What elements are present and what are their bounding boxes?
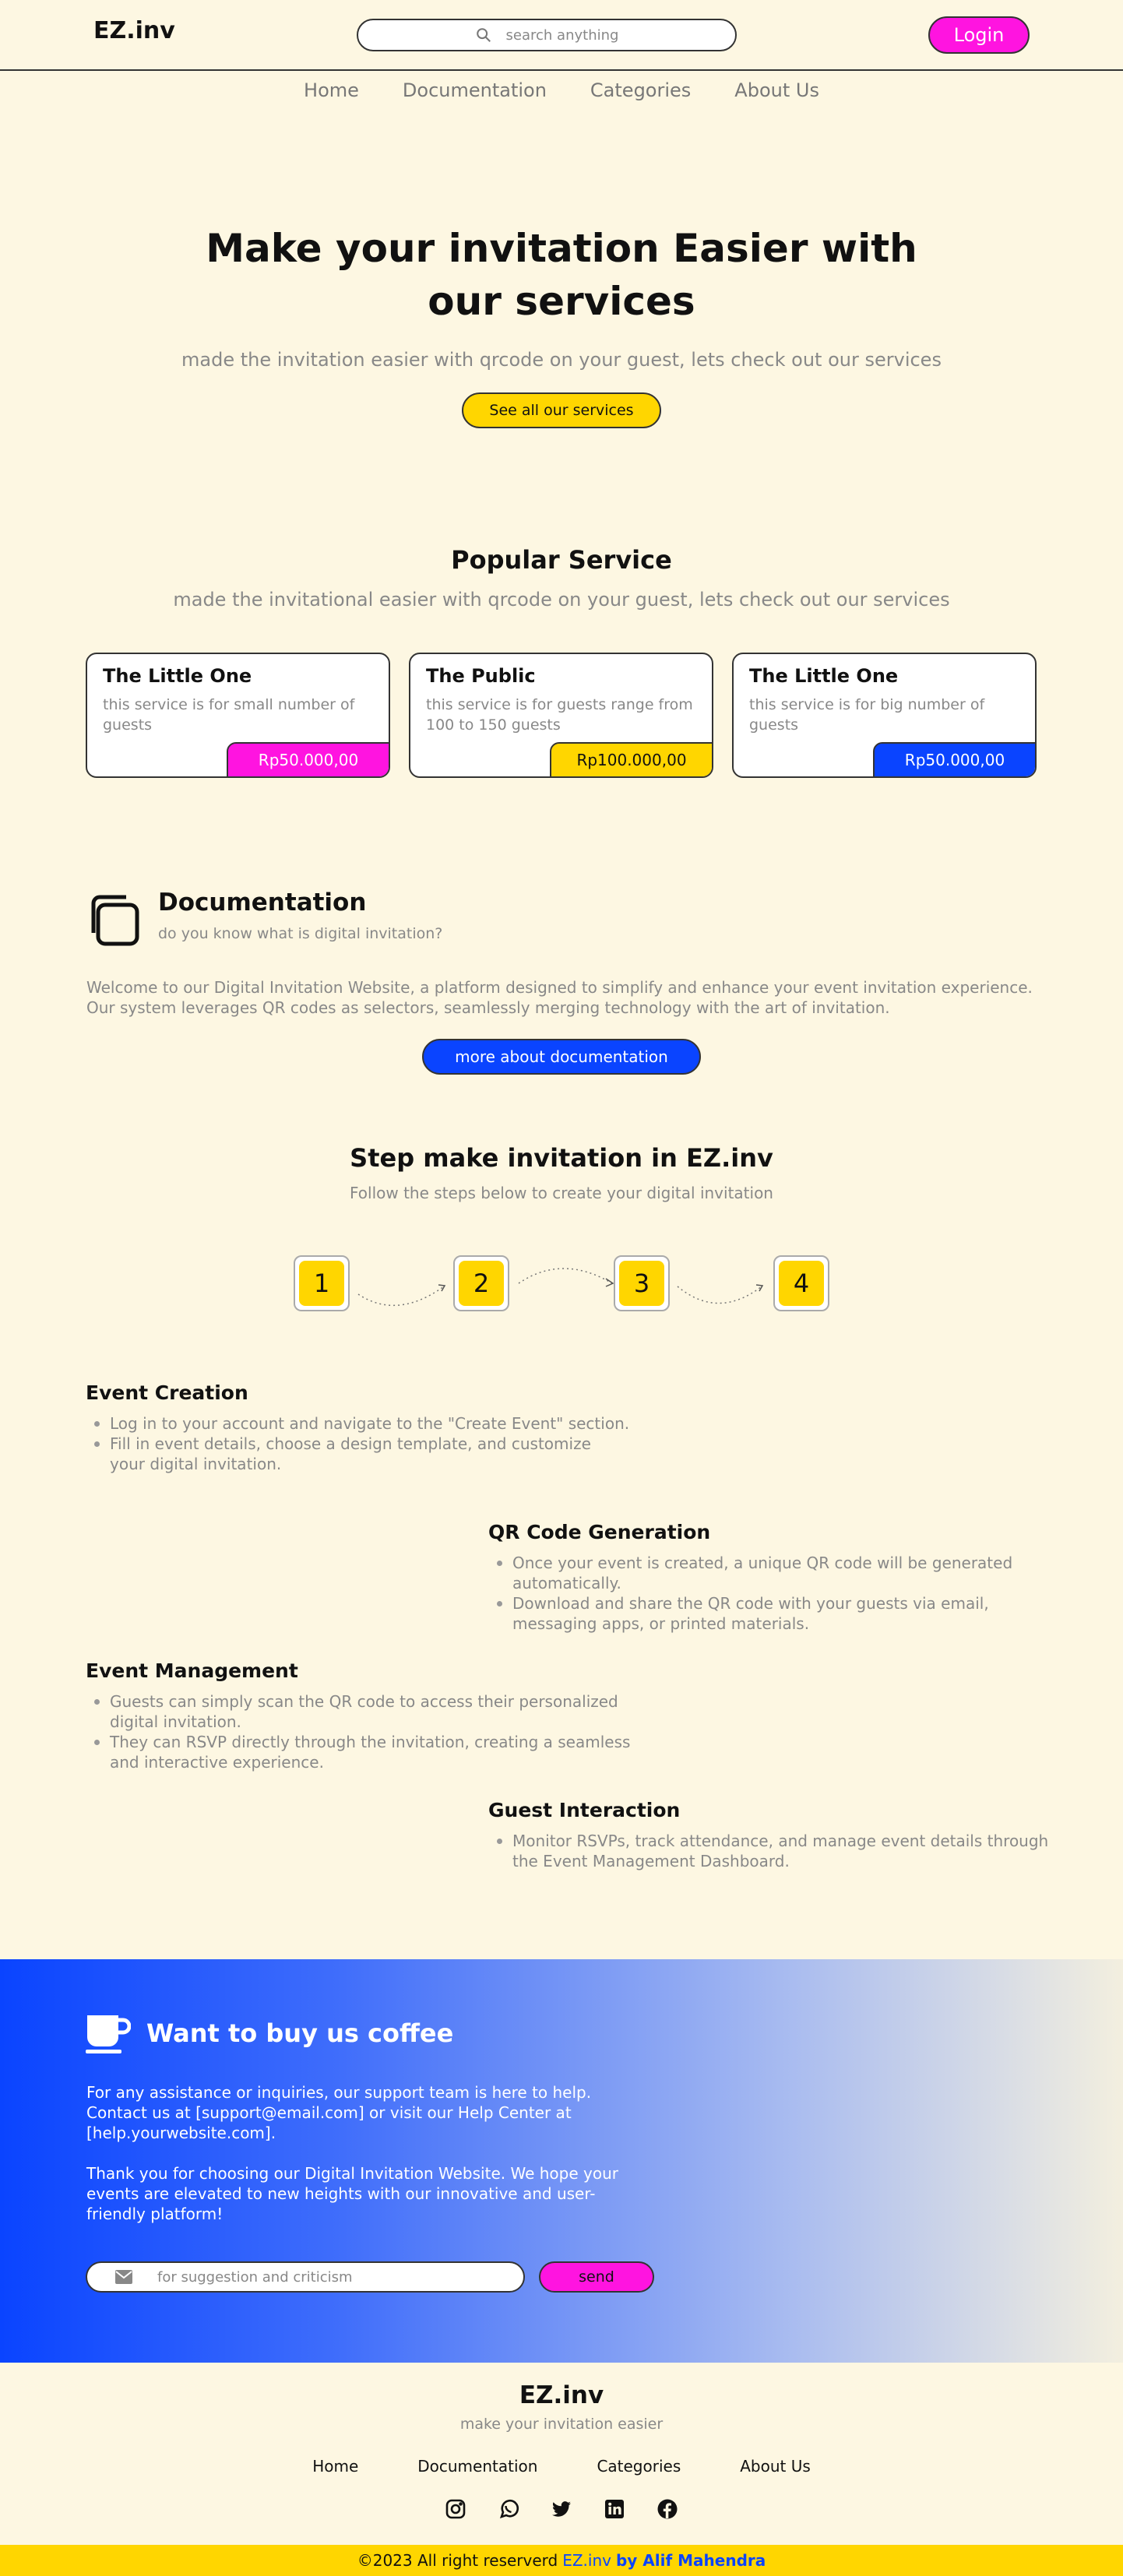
popular-title: Popular Service — [451, 545, 672, 575]
copyright-author[interactable]: by Alif Mahendra — [616, 2551, 766, 2570]
suggestion-input[interactable]: for suggestion and criticism — [86, 2261, 525, 2293]
footer-logo[interactable]: EZ.inv — [0, 2381, 1123, 2409]
step-number: 4 — [773, 1255, 829, 1311]
footer-nav-categories[interactable]: Categories — [597, 2457, 681, 2476]
step-item: They can RSVP directly through the invit… — [86, 1732, 631, 1772]
login-button[interactable]: Login — [928, 16, 1030, 54]
step-event-management: Event Management Guests can simply scan … — [86, 1659, 631, 1772]
page: EZ.inv search anything Login Home Docume… — [0, 0, 1123, 2576]
step-qr-code-generation: QR Code Generation Once your event is cr… — [488, 1521, 1041, 1634]
step-title: Event Creation — [86, 1381, 248, 1404]
send-button[interactable]: send — [539, 2261, 654, 2293]
step-title: Event Management — [86, 1659, 298, 1682]
step-arrow — [518, 1268, 613, 1284]
step-event-creation: Event Creation Log in to your account an… — [86, 1381, 631, 1474]
step-item: Monitor RSVPs, track attendance, and man… — [488, 1831, 1049, 1871]
step-list: Monitor RSVPs, track attendance, and man… — [488, 1831, 1049, 1871]
nav-categories[interactable]: Categories — [589, 79, 692, 111]
hero-title-line2: our services — [428, 279, 695, 324]
service-card-title: The Little One — [749, 665, 899, 687]
mail-icon — [115, 2270, 132, 2284]
twitter-icon[interactable] — [551, 2498, 572, 2520]
copyright-brand[interactable]: EZ.inv — [562, 2551, 611, 2570]
search-icon — [476, 28, 491, 42]
step-item: Fill in event details, choose a design t… — [86, 1434, 631, 1474]
whatsapp-icon[interactable] — [498, 2498, 519, 2520]
service-card-desc: this service is for big number of guests — [749, 696, 985, 734]
step-number-label: 1 — [299, 1261, 344, 1306]
step-arrow — [677, 1286, 762, 1304]
service-card-price[interactable]: Rp50.000,00 — [227, 742, 389, 776]
service-card-price[interactable]: Rp50.000,00 — [873, 742, 1035, 776]
copyright-bar: ©2023 All right reserverd EZ.inv by Alif… — [0, 2545, 1123, 2576]
step-item: Guests can simply scan the QR code to ac… — [86, 1691, 631, 1732]
step-item: Once your event is created, a unique QR … — [488, 1553, 1041, 1593]
service-card[interactable]: The Public this service is for guests ra… — [409, 653, 713, 778]
popular-subtitle: made the invitational easier with qrcode… — [173, 589, 950, 611]
nav-documentation[interactable]: Documentation — [401, 79, 548, 111]
copyright-text: ©2023 All right reserverd — [357, 2551, 558, 2570]
suggestion-placeholder: for suggestion and criticism — [157, 2268, 353, 2286]
footer-tagline: make your invitation easier — [459, 2416, 664, 2433]
steps-title: Step make invitation in EZ.inv — [350, 1143, 773, 1173]
step-arrows — [357, 1268, 764, 1307]
copy-icon — [91, 895, 139, 946]
step-title: QR Code Generation — [488, 1521, 711, 1543]
header: EZ.inv search anything Login — [0, 0, 1123, 71]
site-logo[interactable]: EZ.inv — [93, 17, 175, 44]
linkedin-icon[interactable] — [604, 2498, 625, 2520]
service-card-price[interactable]: Rp100.000,00 — [550, 742, 712, 776]
step-guest-interaction: Guest Interaction Monitor RSVPs, track a… — [488, 1799, 1049, 1871]
step-number-label: 2 — [459, 1261, 504, 1306]
coffee-section: Want to buy us coffee For any assistance… — [0, 1959, 1123, 2363]
step-number-label: 4 — [779, 1261, 824, 1306]
more-documentation-button[interactable]: more about documentation — [422, 1039, 701, 1075]
service-card-desc: this service is for small number of gues… — [103, 696, 355, 734]
service-card-title: The Little One — [103, 665, 252, 687]
search-input[interactable]: search anything — [357, 19, 737, 51]
service-card-desc: this service is for guests range from 10… — [426, 696, 693, 734]
coffee-cup-icon — [86, 2015, 131, 2053]
service-card-title: The Public — [426, 665, 536, 687]
step-item: Log in to your account and navigate to t… — [86, 1413, 631, 1434]
facebook-icon[interactable] — [657, 2498, 678, 2520]
hero-title-line1: Make your invitation Easier with — [206, 226, 917, 271]
instagram-icon[interactable] — [445, 2498, 466, 2520]
step-number: 1 — [294, 1255, 350, 1311]
step-list: Guests can simply scan the QR code to ac… — [86, 1691, 631, 1772]
hero-subtitle: made the invitation easier with qrcode o… — [181, 349, 942, 371]
coffee-thanks-text: Thank you for choosing our Digital Invit… — [86, 2164, 618, 2223]
documentation-title: Documentation — [158, 889, 367, 917]
main-nav: Home Documentation Categories About Us — [0, 79, 1123, 111]
social-links — [0, 2498, 1123, 2520]
step-item: Download and share the QR code with your… — [488, 1593, 1041, 1634]
footer-nav-home[interactable]: Home — [312, 2457, 358, 2476]
service-card[interactable]: The Little One this service is for small… — [86, 653, 390, 778]
step-number: 2 — [453, 1255, 509, 1311]
step-number: 3 — [614, 1255, 670, 1311]
step-arrow — [357, 1286, 445, 1307]
documentation-body: Welcome to our Digital Invitation Websit… — [86, 978, 1033, 1017]
step-list: Log in to your account and navigate to t… — [86, 1413, 631, 1474]
step-title: Guest Interaction — [488, 1799, 681, 1821]
nav-about-us[interactable]: About Us — [733, 79, 821, 111]
footer-nav-documentation[interactable]: Documentation — [417, 2457, 537, 2476]
footer-nav: Home Documentation Categories About Us — [0, 2457, 1123, 2476]
coffee-title: Want to buy us coffee — [146, 2018, 454, 2048]
search-placeholder: search anything — [505, 26, 619, 44]
documentation-subtitle: do you know what is digital invitation? — [158, 925, 443, 942]
see-all-services-button[interactable]: See all our services — [462, 392, 661, 428]
step-number-label: 3 — [619, 1261, 664, 1306]
step-list: Once your event is created, a unique QR … — [488, 1553, 1041, 1634]
steps-subtitle: Follow the steps below to create your di… — [350, 1184, 773, 1202]
nav-home[interactable]: Home — [302, 79, 361, 111]
coffee-support-text: For any assistance or inquiries, our sup… — [86, 2083, 592, 2142]
service-card[interactable]: The Little One this service is for big n… — [732, 653, 1037, 778]
footer-nav-about-us[interactable]: About Us — [740, 2457, 811, 2476]
hero-title: Make your invitation Easier with our ser… — [172, 222, 951, 328]
